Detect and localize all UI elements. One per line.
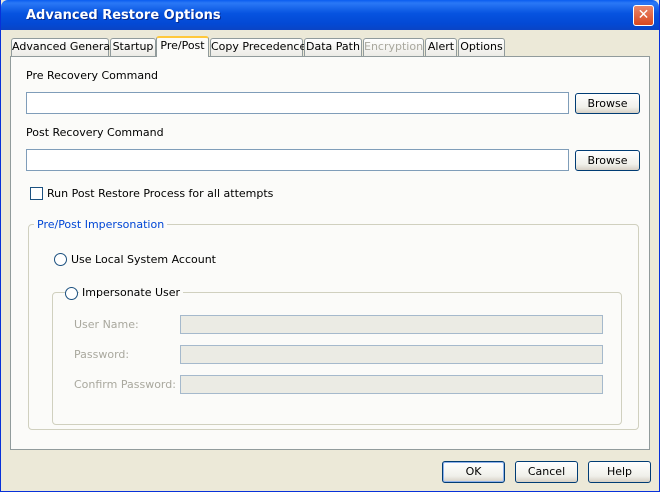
- pre-recovery-command-label: Pre Recovery Command: [26, 69, 159, 82]
- confirm-password-field[interactable]: [180, 375, 603, 394]
- title-bar[interactable]: Advanced Restore Options ✕: [1, 0, 659, 30]
- pre-recovery-command-input[interactable]: [27, 93, 568, 113]
- tab-options[interactable]: Options: [458, 38, 505, 56]
- post-recovery-command-field[interactable]: [26, 149, 569, 171]
- pre-recovery-browse-button[interactable]: Browse: [575, 93, 640, 114]
- impersonate-user-radio[interactable]: [65, 287, 78, 300]
- tab-alert[interactable]: Alert: [425, 38, 457, 56]
- password-label: Password:: [74, 348, 130, 361]
- tab-encryption: Encryption: [363, 38, 424, 56]
- ok-button[interactable]: OK: [442, 461, 505, 483]
- close-icon: ✕: [637, 7, 650, 23]
- cancel-button[interactable]: Cancel: [515, 461, 578, 483]
- tab-startup[interactable]: Startup: [110, 38, 156, 56]
- tab-copy-precedence[interactable]: Copy Precedence: [210, 38, 306, 56]
- window-title: Advanced Restore Options: [26, 8, 221, 23]
- use-local-system-account-radio[interactable]: [54, 253, 67, 266]
- post-recovery-command-input[interactable]: [27, 150, 568, 170]
- tab-advanced-general[interactable]: Advanced General: [11, 38, 113, 56]
- impersonation-group-title: Pre/Post Impersonation: [34, 218, 168, 231]
- user-name-label: User Name:: [74, 318, 139, 331]
- tab-data-path[interactable]: Data Path: [304, 38, 362, 56]
- password-field[interactable]: [180, 345, 603, 364]
- user-name-field[interactable]: [180, 315, 603, 334]
- impersonate-user-label: Impersonate User: [79, 286, 184, 299]
- use-local-system-account-label: Use Local System Account: [71, 253, 216, 266]
- pre-post-impersonation-group: Pre/Post Impersonation Use Local System …: [28, 218, 639, 430]
- impersonate-user-group: Impersonate User User Name: Password: Co…: [52, 286, 622, 425]
- pre-recovery-command-field[interactable]: [26, 92, 569, 114]
- run-post-restore-checkbox[interactable]: [30, 187, 43, 200]
- help-button[interactable]: Help: [588, 461, 651, 483]
- pre-post-tab-panel: Pre Recovery Command Browse Post Recover…: [10, 56, 650, 450]
- close-button[interactable]: ✕: [633, 5, 654, 26]
- advanced-restore-options-dialog: Advanced Restore Options ✕ Advanced Gene…: [0, 0, 660, 492]
- confirm-password-label: Confirm Password:: [74, 378, 176, 391]
- post-recovery-browse-button[interactable]: Browse: [575, 150, 640, 171]
- post-recovery-command-label: Post Recovery Command: [26, 126, 164, 139]
- run-post-restore-label: Run Post Restore Process for all attempt…: [47, 187, 274, 200]
- tab-pre-post[interactable]: Pre/Post: [156, 36, 209, 57]
